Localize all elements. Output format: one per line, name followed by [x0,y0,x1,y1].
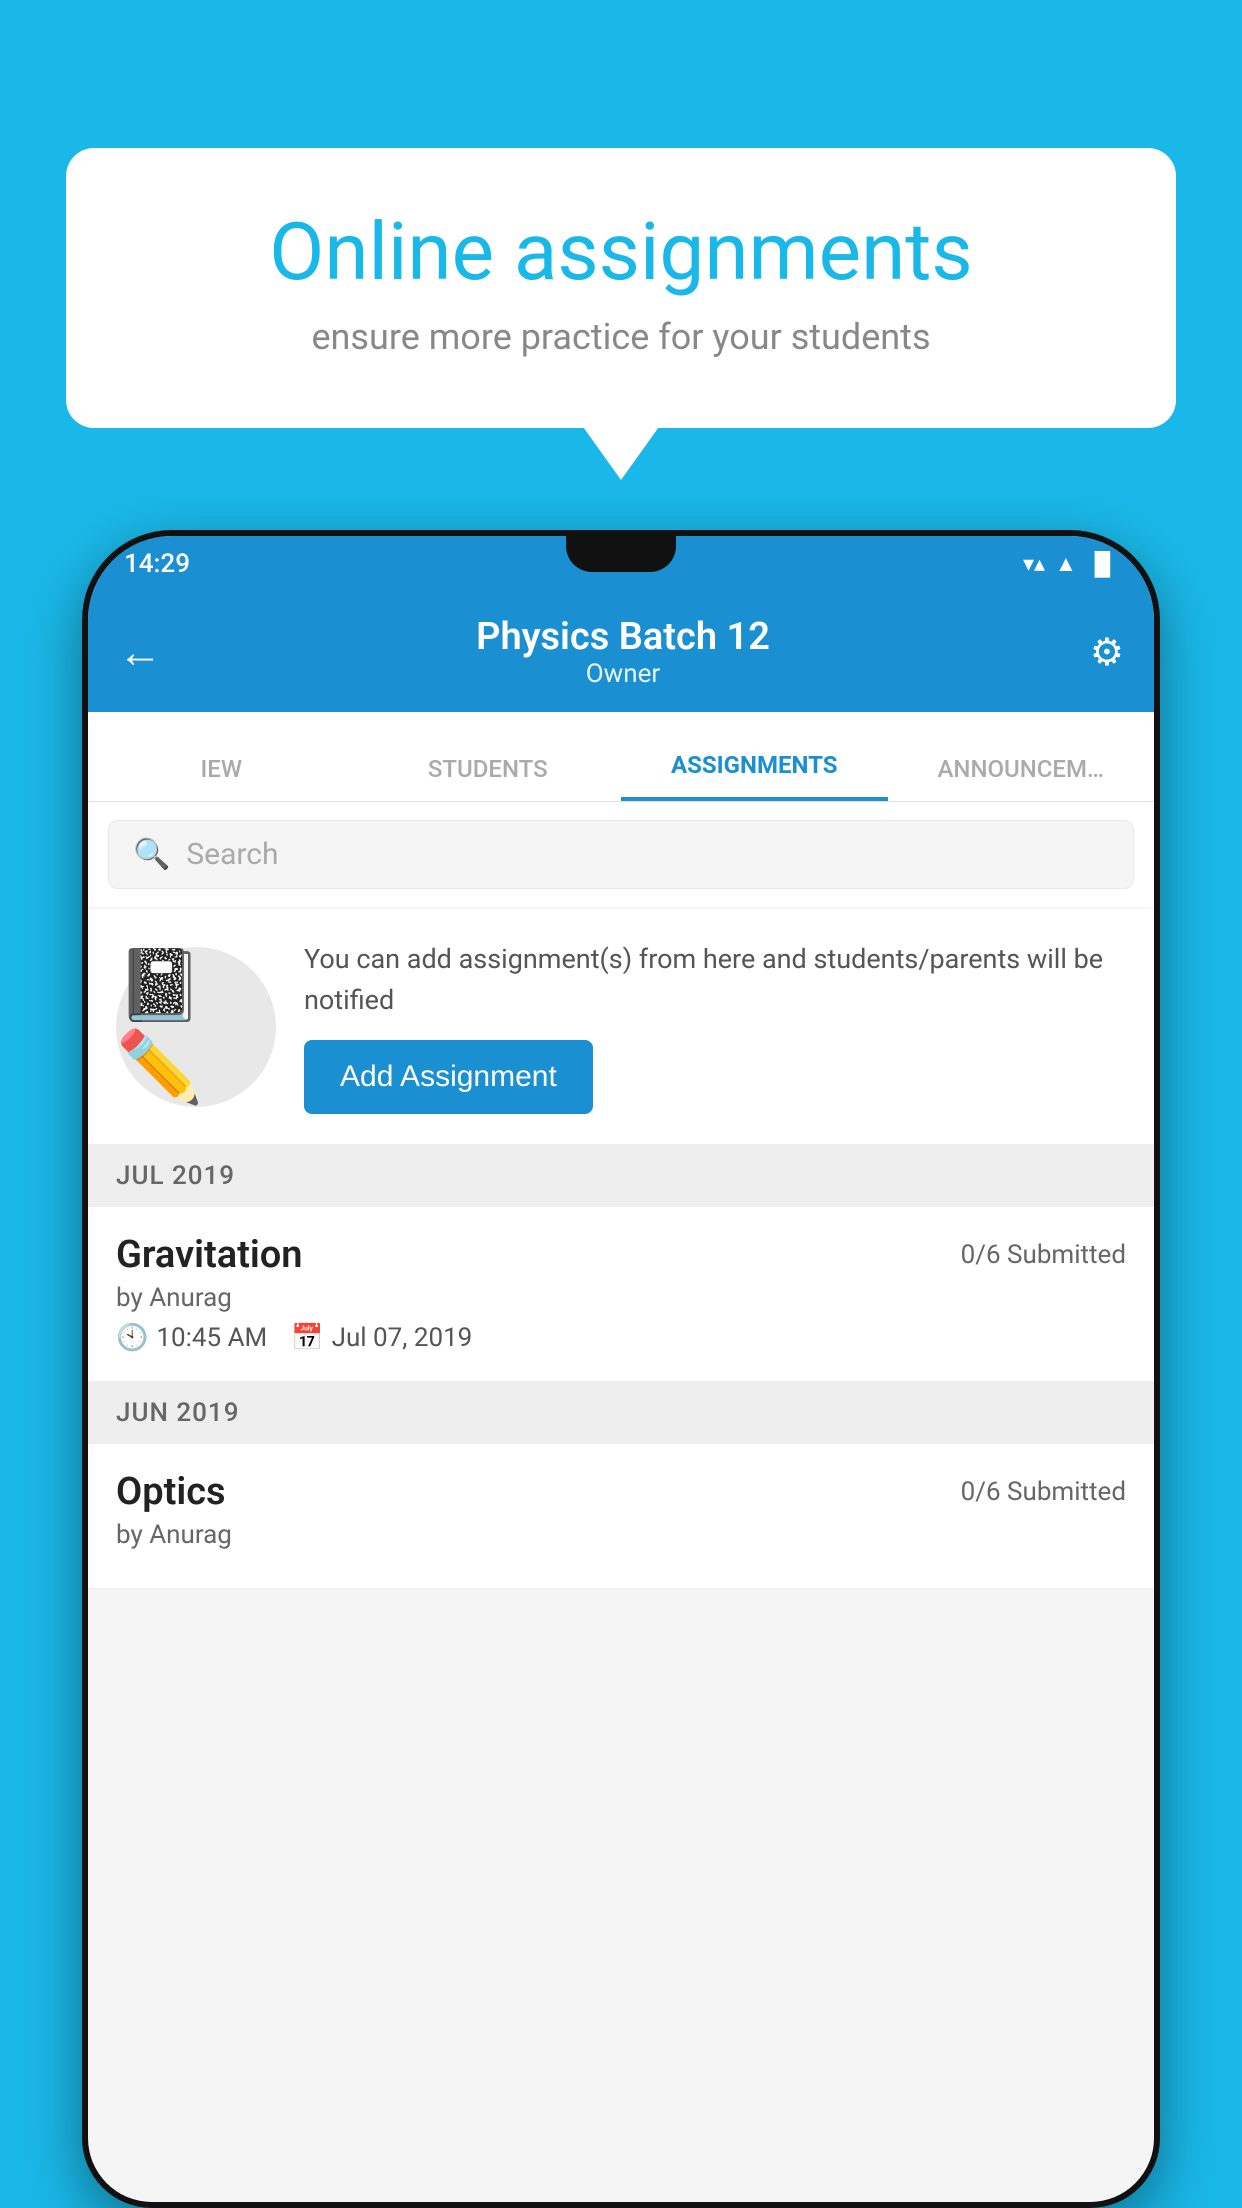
tabs-bar: IEW STUDENTS ASSIGNMENTS ANNOUNCEM… [88,712,1154,802]
settings-icon[interactable]: ⚙ [1090,630,1124,675]
assignment-submitted-optics: 0/6 Submitted [961,1477,1126,1507]
assignment-time: 🕙 10:45 AM [116,1323,267,1353]
assignment-name-optics: Optics [116,1470,226,1514]
search-input-wrapper[interactable]: 🔍 Search [108,820,1134,889]
back-button[interactable]: ← [118,626,162,678]
assignment-author-optics: by Anurag [116,1520,1126,1550]
bubble-title: Online assignments [136,208,1106,296]
promo-icon-circle: 📓✏️ [116,947,276,1107]
status-icons: ▾▴ ▲ ▐▌ [1023,551,1118,577]
assignment-submitted: 0/6 Submitted [961,1240,1126,1270]
promo-text: You can add assignment(s) from here and … [304,939,1126,1020]
speech-bubble: Online assignments ensure more practice … [66,148,1176,428]
phone-frame: 14:29 ▾▴ ▲ ▐▌ ← Physics Batch 12 Owner ⚙… [82,530,1160,2208]
tab-students[interactable]: STUDENTS [355,755,622,801]
assignment-date-value: Jul 07, 2019 [332,1323,473,1353]
assignment-item-optics[interactable]: Optics 0/6 Submitted by Anurag [88,1444,1154,1589]
section-header-jun: JUN 2019 [88,1382,1154,1444]
wifi-icon: ▾▴ [1023,552,1045,577]
search-container: 🔍 Search [88,802,1154,907]
assignment-date: 📅 Jul 07, 2019 [291,1323,472,1353]
app-bar: ← Physics Batch 12 Owner ⚙ [88,592,1154,712]
assignment-meta: 🕙 10:45 AM 📅 Jul 07, 2019 [116,1323,1126,1353]
add-assignment-button[interactable]: Add Assignment [304,1040,593,1114]
assignment-name: Gravitation [116,1233,303,1277]
assignment-top-row-optics: Optics 0/6 Submitted [116,1470,1126,1514]
assignment-item-gravitation[interactable]: Gravitation 0/6 Submitted by Anurag 🕙 10… [88,1207,1154,1382]
notebook-icon: 📓✏️ [116,945,276,1109]
assignment-author: by Anurag [116,1283,1126,1313]
bubble-subtitle: ensure more practice for your students [136,316,1106,358]
phone-inner: 14:29 ▾▴ ▲ ▐▌ ← Physics Batch 12 Owner ⚙… [88,536,1154,2202]
status-bar: 14:29 ▾▴ ▲ ▐▌ [88,536,1154,592]
tab-overview[interactable]: IEW [88,755,355,801]
app-bar-subtitle: Owner [182,659,1064,689]
signal-icon: ▲ [1055,551,1077,577]
assignment-top-row: Gravitation 0/6 Submitted [116,1233,1126,1277]
clock-icon: 🕙 [116,1323,148,1353]
status-time: 14:29 [124,549,190,579]
section-header-jul: JUL 2019 [88,1145,1154,1207]
battery-icon: ▐▌ [1087,551,1118,577]
search-placeholder: Search [186,837,278,872]
promo-section: 📓✏️ You can add assignment(s) from here … [88,909,1154,1145]
assignment-time-value: 10:45 AM [156,1323,267,1353]
speech-bubble-wrapper: Online assignments ensure more practice … [66,148,1176,428]
calendar-icon: 📅 [291,1323,323,1353]
app-bar-title: Physics Batch 12 [182,615,1064,659]
tab-assignments[interactable]: ASSIGNMENTS [621,751,888,801]
notch [566,536,676,572]
app-bar-title-group: Physics Batch 12 Owner [182,615,1064,689]
search-icon: 🔍 [133,837,170,872]
tab-announcements[interactable]: ANNOUNCEM… [888,755,1155,801]
promo-content: You can add assignment(s) from here and … [304,939,1126,1114]
